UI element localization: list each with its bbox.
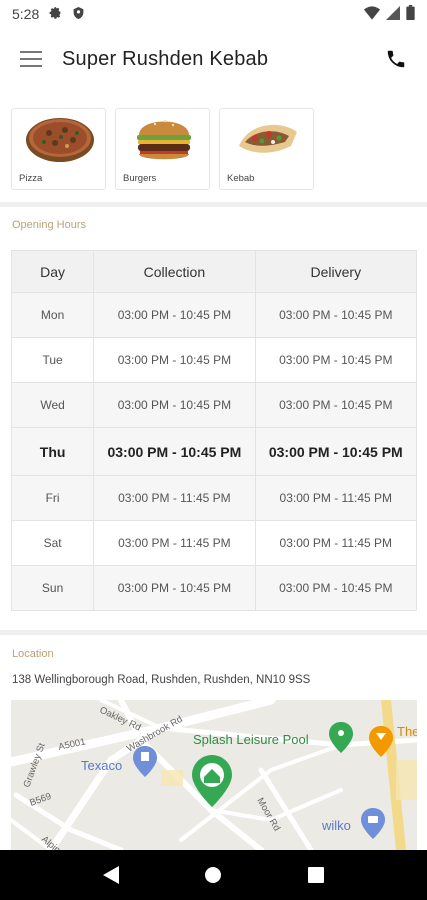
table-row-today: Thu 03:00 PM - 10:45 PM 03:00 PM - 10:45… xyxy=(10,427,418,476)
delivery-cell: 03:00 PM - 10:45 PM xyxy=(254,427,418,476)
collection-cell: 03:00 PM - 11:45 PM xyxy=(93,475,256,521)
kebab-image xyxy=(220,109,313,167)
system-nav-bar xyxy=(0,850,427,900)
table-row: Wed 03:00 PM - 10:45 PM 03:00 PM - 10:45… xyxy=(10,382,418,428)
header-delivery: Delivery xyxy=(254,250,418,293)
map-label-grawley: Grawley St xyxy=(21,741,47,789)
header-day: Day xyxy=(10,250,95,293)
location-map[interactable]: Oakley Rd Washbrook Rd A5001 Grawley St … xyxy=(11,700,417,850)
delivery-cell: 03:00 PM - 10:45 PM xyxy=(254,292,418,338)
table-row: Sun 03:00 PM - 10:45 PM 03:00 PM - 10:45… xyxy=(10,565,418,611)
day-cell: Sat xyxy=(10,520,95,566)
collection-cell: 03:00 PM - 10:45 PM xyxy=(93,337,256,383)
map-label-splash: Splash Leisure Pool xyxy=(193,732,309,747)
battery-icon xyxy=(406,5,415,23)
app-bar: Super Rushden Kebab xyxy=(0,30,427,88)
app-title: Super Rushden Kebab xyxy=(62,47,269,70)
delivery-cell: 03:00 PM - 11:45 PM xyxy=(254,520,418,566)
delivery-cell: 03:00 PM - 11:45 PM xyxy=(254,475,418,521)
location-title: Location xyxy=(12,648,54,660)
day-cell: Wed xyxy=(10,382,95,428)
collection-cell: 03:00 PM - 10:45 PM xyxy=(93,382,256,428)
signal-icon xyxy=(386,5,400,23)
section-divider xyxy=(0,630,427,635)
map-label-jd: The JD xyxy=(397,724,417,739)
category-card-kebab[interactable]: Kebab xyxy=(219,108,314,190)
day-cell: Fri xyxy=(10,475,95,521)
delivery-cell: 03:00 PM - 10:45 PM xyxy=(254,337,418,383)
table-row: Sat 03:00 PM - 11:45 PM 03:00 PM - 11:45… xyxy=(10,520,418,566)
day-cell: Sun xyxy=(10,565,95,611)
map-label-wilko: wilko xyxy=(321,818,351,833)
table-header-row: Day Collection Delivery xyxy=(10,250,418,293)
hamburger-menu-icon[interactable] xyxy=(0,30,62,88)
collection-cell: 03:00 PM - 10:45 PM xyxy=(93,292,256,338)
address-text: 138 Wellingborough Road, Rushden, Rushde… xyxy=(12,674,311,686)
opening-hours-table: Day Collection Delivery Mon 03:00 PM - 1… xyxy=(10,250,418,611)
day-cell: Mon xyxy=(10,292,95,338)
category-list: Pizza Burgers Kebab xyxy=(11,108,314,190)
map-label-b569: B569 xyxy=(28,791,53,809)
status-bar: 5:28 xyxy=(0,0,427,28)
phone-icon[interactable] xyxy=(365,30,427,88)
table-row: Mon 03:00 PM - 10:45 PM 03:00 PM - 10:45… xyxy=(10,292,418,338)
day-cell: Tue xyxy=(10,337,95,383)
collection-cell: 03:00 PM - 10:45 PM xyxy=(93,565,256,611)
table-row: Tue 03:00 PM - 10:45 PM 03:00 PM - 10:45… xyxy=(10,337,418,383)
day-cell: Thu xyxy=(10,427,95,476)
opening-hours-title: Opening Hours xyxy=(12,219,86,231)
header-collection: Collection xyxy=(93,250,256,293)
gear-icon xyxy=(49,6,62,22)
shield-icon xyxy=(72,6,85,23)
collection-cell: 03:00 PM - 10:45 PM xyxy=(93,427,256,476)
table-row: Fri 03:00 PM - 11:45 PM 03:00 PM - 11:45… xyxy=(10,475,418,521)
wifi-icon xyxy=(364,5,380,23)
pizza-image xyxy=(12,109,105,167)
map-label-texaco: Texaco xyxy=(81,758,122,773)
collection-cell: 03:00 PM - 11:45 PM xyxy=(93,520,256,566)
recents-icon[interactable] xyxy=(296,855,336,895)
status-time: 5:28 xyxy=(12,6,40,22)
category-card-burgers[interactable]: Burgers xyxy=(115,108,210,190)
section-divider xyxy=(0,202,427,207)
burger-image xyxy=(116,109,209,167)
home-icon[interactable] xyxy=(193,855,233,895)
category-card-pizza[interactable]: Pizza xyxy=(11,108,106,190)
category-label: Kebab xyxy=(227,173,255,184)
delivery-cell: 03:00 PM - 10:45 PM xyxy=(254,565,418,611)
delivery-cell: 03:00 PM - 10:45 PM xyxy=(254,382,418,428)
category-label: Pizza xyxy=(19,173,43,184)
category-label: Burgers xyxy=(123,173,157,184)
back-icon[interactable] xyxy=(91,855,131,895)
